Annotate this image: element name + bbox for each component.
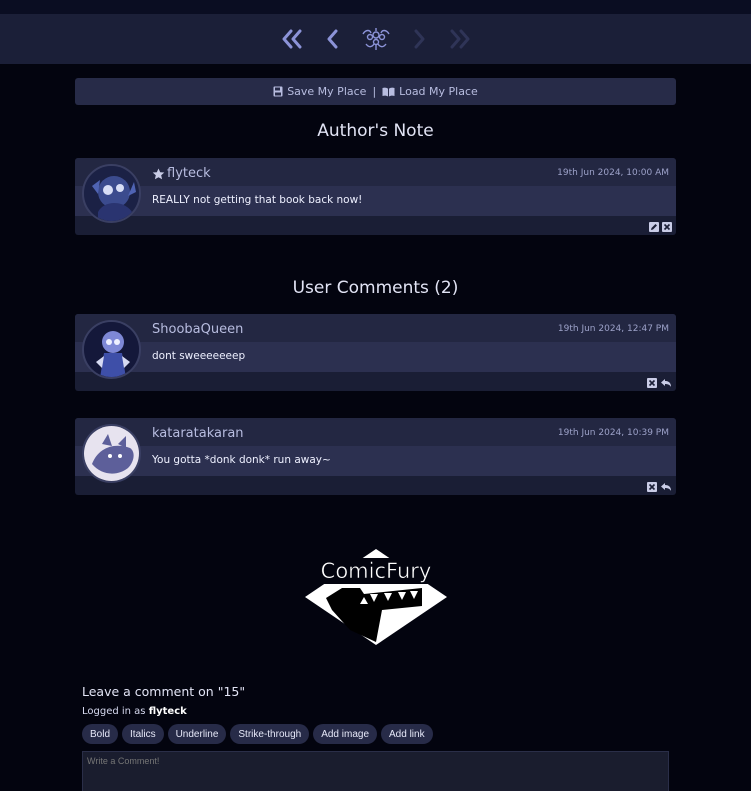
delete-button[interactable]: [647, 378, 657, 388]
home-ornament-button[interactable]: [359, 26, 393, 52]
delete-button[interactable]: [662, 222, 672, 232]
comicfury-logo-graphic: ComicFury: [305, 549, 447, 645]
avatar[interactable]: [82, 164, 141, 223]
logged-in-status: Logged in as flyteck: [82, 706, 187, 717]
comment-text: dont sweeeeeeep: [152, 350, 246, 362]
comment-date: 19th Jun 2024, 12:47 PM: [557, 324, 669, 334]
comment-username: ShoobaQueen: [152, 322, 243, 337]
bold-button[interactable]: Bold: [82, 724, 119, 744]
comment-textarea[interactable]: [82, 751, 669, 791]
comment-username: flyteck: [152, 166, 211, 181]
logged-in-prefix: Logged in as: [82, 706, 146, 717]
place-separator: |: [372, 85, 377, 98]
comment-date: 19th Jun 2024, 10:39 PM: [557, 428, 669, 438]
username-link[interactable]: kataratakaran: [152, 426, 244, 441]
close-icon: [648, 379, 656, 387]
last-page-button[interactable]: [447, 26, 473, 52]
delete-button[interactable]: [647, 482, 657, 492]
username-link[interactable]: flyteck: [167, 166, 211, 181]
next-page-button[interactable]: [407, 26, 433, 52]
edit-button[interactable]: [649, 222, 659, 232]
user-comment: ShoobaQueen 19th Jun 2024, 12:47 PM dont…: [75, 314, 676, 391]
comment-form-heading: Leave a comment on "15": [82, 684, 246, 699]
star-icon: [152, 168, 165, 179]
comment-actions: [647, 482, 672, 492]
comment-actions: [649, 222, 672, 232]
user-comments-title: User Comments (2): [292, 278, 459, 298]
double-chevron-right-icon: [450, 29, 469, 49]
close-icon: [648, 483, 656, 491]
top-strip: [0, 0, 751, 14]
italics-button[interactable]: Italics: [122, 724, 164, 744]
comicfury-logo[interactable]: ComicFury: [304, 548, 448, 646]
author-note-comment: flyteck 19th Jun 2024, 10:00 AM REALLY n…: [75, 158, 676, 235]
save-place-label: Save My Place: [287, 85, 367, 98]
reply-icon[interactable]: [660, 378, 672, 388]
comment-date: 19th Jun 2024, 10:00 AM: [557, 168, 669, 178]
avatar[interactable]: [82, 424, 141, 483]
add-link-button[interactable]: Add link: [381, 724, 433, 744]
save-disk-icon: [273, 86, 283, 97]
strikethrough-button[interactable]: Strike-through: [230, 724, 310, 744]
username-link[interactable]: ShoobaQueen: [152, 322, 243, 337]
place-bar: Save My Place | Load My Place: [75, 78, 676, 105]
underline-button[interactable]: Underline: [167, 724, 227, 744]
previous-page-button[interactable]: [319, 26, 345, 52]
comment-username: kataratakaran: [152, 426, 244, 441]
comment-text: REALLY not getting that book back now!: [152, 194, 363, 206]
user-comment: kataratakaran 19th Jun 2024, 10:39 PM Yo…: [75, 418, 676, 495]
main-content: Save My Place | Load My Place Author's N…: [75, 78, 676, 495]
save-place-link[interactable]: Save My Place: [273, 85, 366, 98]
logo-text: ComicFury: [321, 559, 432, 583]
reply-icon[interactable]: [660, 482, 672, 492]
comic-navigation: [0, 14, 751, 64]
avatar[interactable]: [82, 320, 141, 379]
pencil-icon: [651, 224, 657, 230]
chevron-right-icon: [414, 29, 424, 49]
authors-note-title: Author's Note: [317, 121, 434, 141]
load-place-link[interactable]: Load My Place: [382, 85, 478, 98]
first-page-button[interactable]: [279, 26, 305, 52]
chevron-left-icon: [327, 29, 337, 49]
comment-actions: [647, 378, 672, 388]
logged-in-username[interactable]: flyteck: [149, 706, 187, 717]
close-icon: [663, 223, 671, 231]
comment-text: You gotta *donk donk* run away~: [152, 454, 331, 466]
open-book-icon: [382, 87, 395, 96]
double-chevron-left-icon: [282, 29, 301, 49]
load-place-label: Load My Place: [399, 85, 478, 98]
format-toolbar: Bold Italics Underline Strike-through Ad…: [82, 724, 433, 744]
add-image-button[interactable]: Add image: [313, 724, 378, 744]
ornament-icon: [361, 28, 390, 50]
